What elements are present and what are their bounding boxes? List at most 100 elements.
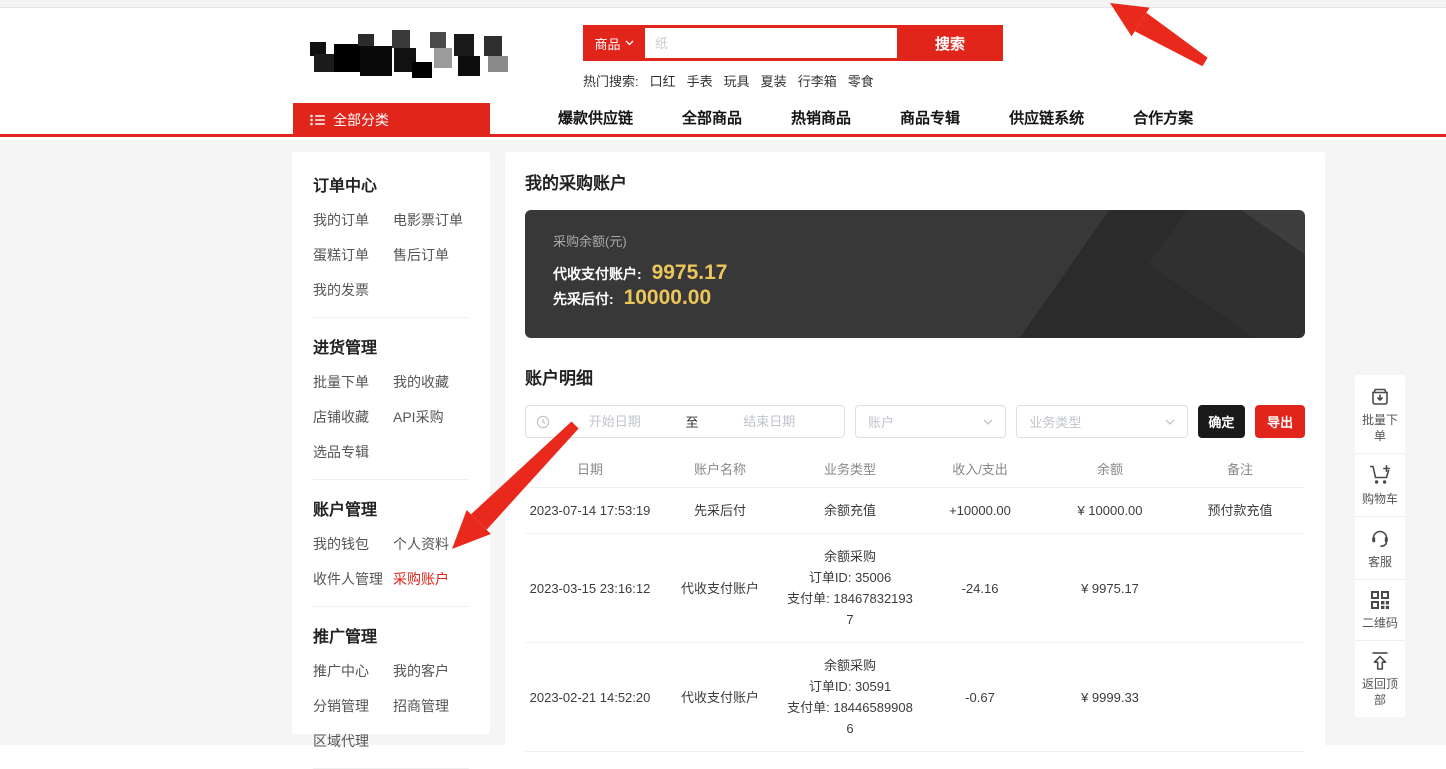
customer-service-icon (1369, 527, 1391, 549)
chevron-down-icon (625, 40, 634, 46)
search-button[interactable]: 搜索 (897, 25, 1003, 61)
float-batch-order-label: 批量下单 (1360, 412, 1400, 444)
float-cart-button[interactable]: 购物车 (1355, 453, 1405, 516)
sidebar-item-my-invoices[interactable]: 我的发票 (313, 281, 393, 299)
date-range-picker[interactable]: 至 (525, 405, 845, 438)
clock-icon (536, 415, 550, 429)
sidebar-section-title-purchasing: 进货管理 (313, 334, 469, 358)
float-cart-label: 购物车 (1360, 491, 1400, 507)
top-strip (0, 0, 1446, 8)
sidebar-item-selection-albums[interactable]: 选品专辑 (313, 443, 393, 461)
all-categories-button[interactable]: 全部分类 (293, 103, 490, 137)
chevron-down-icon (1165, 419, 1175, 425)
col-header-account: 账户名称 (655, 459, 785, 478)
sidebar-divider (313, 479, 469, 480)
sidebar-item-my-favorites[interactable]: 我的收藏 (393, 373, 473, 391)
account-select[interactable]: 账户 (855, 405, 1006, 438)
main-panel: 我的采购账户 采购余额(元) 代收支付账户: 9975.17 先采后付: 100… (505, 152, 1325, 753)
search-input[interactable] (645, 28, 897, 58)
hot-search-term[interactable]: 手表 (687, 71, 713, 90)
cell-type-line: 订单ID: 35006 (785, 567, 915, 588)
sidebar-item-purchase-account[interactable]: 采购账户 (393, 570, 473, 588)
hot-search-term[interactable]: 行李箱 (798, 71, 837, 90)
confirm-button[interactable]: 确定 (1198, 405, 1246, 438)
sidebar-divider (313, 317, 469, 318)
cell-type-line: 余额充值 (785, 500, 915, 521)
sidebar-item-regional-agent[interactable]: 区域代理 (313, 732, 393, 750)
cell-type-line: 6 (785, 718, 915, 739)
nav-item-hot-supply-chain[interactable]: 爆款供应链 (558, 103, 633, 137)
sidebar-item-shop-favorites[interactable]: 店铺收藏 (313, 408, 393, 426)
qrcode-icon (1370, 590, 1390, 610)
table-row: 2023-07-14 17:53:19 先采后付 余额充值 +10000.00 … (525, 488, 1305, 534)
cell-type-line: 余额采购 (785, 546, 915, 567)
collection-account-balance: 9975.17 (652, 261, 728, 284)
nav-item-supply-chain-system[interactable]: 供应链系统 (1009, 103, 1084, 137)
sidebar-item-my-orders[interactable]: 我的订单 (313, 211, 393, 229)
float-qrcode-button[interactable]: 二维码 (1355, 579, 1405, 640)
sidebar-item-batch-order[interactable]: 批量下单 (313, 373, 393, 391)
nav-item-product-albums[interactable]: 商品专辑 (900, 103, 960, 137)
sidebar-item-merchant-management[interactable]: 招商管理 (393, 697, 473, 715)
cart-icon (1368, 464, 1392, 486)
sidebar-section-title-orders: 订单中心 (313, 172, 469, 196)
all-categories-label: 全部分类 (333, 110, 389, 130)
cell-balance: ¥ 10000.00 (1045, 500, 1175, 521)
filter-row: 至 账户 业务类型 确定 导出 (525, 405, 1305, 438)
table-row: 2023-02-21 14:52:20 代收支付账户 余额采购 订单ID: 30… (525, 643, 1305, 752)
cell-amount: +10000.00 (915, 500, 1045, 521)
sidebar-item-my-customers[interactable]: 我的客户 (393, 662, 473, 680)
sidebar-item-cake-orders[interactable]: 蛋糕订单 (313, 246, 393, 264)
cell-amount: -0.67 (915, 687, 1045, 708)
account-select-placeholder: 账户 (868, 412, 894, 431)
export-button[interactable]: 导出 (1255, 405, 1305, 438)
censored-logo (308, 22, 520, 82)
back-to-top-icon (1370, 651, 1390, 671)
float-back-to-top-button[interactable]: 返回顶部 (1355, 640, 1405, 717)
cell-note: 预付款充值 (1175, 500, 1305, 521)
sidebar-item-recipient-management[interactable]: 收件人管理 (313, 570, 393, 588)
cell-account: 代收支付账户 (655, 687, 785, 708)
sidebar-item-promotion-center[interactable]: 推广中心 (313, 662, 393, 680)
nav-item-cooperation[interactable]: 合作方案 (1133, 103, 1193, 137)
cell-date: 2023-03-15 23:16:12 (525, 578, 655, 599)
cell-account: 代收支付账户 (655, 578, 785, 599)
nav-item-all-products[interactable]: 全部商品 (682, 103, 742, 137)
hot-search-term[interactable]: 口红 (650, 71, 676, 90)
table-header-row: 日期 账户名称 业务类型 收入/支出 余额 备注 (525, 450, 1305, 488)
hot-search-term[interactable]: 玩具 (724, 71, 750, 90)
sidebar-item-my-wallet[interactable]: 我的钱包 (313, 535, 393, 553)
float-customer-service-label: 客服 (1360, 554, 1400, 570)
search-category-dropdown[interactable]: 商品 (583, 25, 645, 61)
hot-search-term[interactable]: 零食 (848, 71, 874, 90)
col-header-note: 备注 (1175, 459, 1305, 478)
sidebar-item-movie-orders[interactable]: 电影票订单 (393, 211, 473, 229)
list-icon (310, 114, 325, 126)
cell-type-line: 余额采购 (785, 655, 915, 676)
date-range-separator: 至 (680, 412, 705, 431)
cell-type-line: 支付单: 18467832193 (785, 588, 915, 609)
end-date-input[interactable] (705, 414, 835, 429)
sidebar-item-api-purchase[interactable]: API采购 (393, 408, 473, 426)
cell-amount: -24.16 (915, 578, 1045, 599)
hot-search-term[interactable]: 夏装 (761, 71, 787, 90)
hot-search: 热门搜索: 口红 手表 玩具 夏装 行李箱 零食 (583, 71, 1003, 90)
col-header-amount: 收入/支出 (915, 459, 1045, 478)
float-batch-order-button[interactable]: 批量下单 (1355, 375, 1405, 453)
cell-balance: ¥ 9999.33 (1045, 687, 1175, 708)
batch-order-icon (1369, 385, 1391, 407)
sidebar-item-distribution[interactable]: 分销管理 (313, 697, 393, 715)
float-back-to-top-label: 返回顶部 (1360, 676, 1400, 708)
sidebar-item-profile[interactable]: 个人资料 (393, 535, 473, 553)
float-customer-service-button[interactable]: 客服 (1355, 516, 1405, 579)
chevron-down-icon (983, 419, 993, 425)
account-detail-title: 账户明细 (525, 364, 1305, 389)
page-title: 我的采购账户 (525, 169, 1305, 194)
start-date-input[interactable] (550, 414, 680, 429)
business-type-select[interactable]: 业务类型 (1016, 405, 1187, 438)
main-nav: 全部分类 爆款供应链 全部商品 热销商品 商品专辑 供应链系统 合作方案 (0, 103, 1446, 137)
float-qrcode-label: 二维码 (1360, 615, 1400, 631)
nav-item-best-sellers[interactable]: 热销商品 (791, 103, 851, 137)
search-bar: 商品 搜索 (583, 25, 1003, 61)
sidebar-item-aftersale-orders[interactable]: 售后订单 (393, 246, 473, 264)
